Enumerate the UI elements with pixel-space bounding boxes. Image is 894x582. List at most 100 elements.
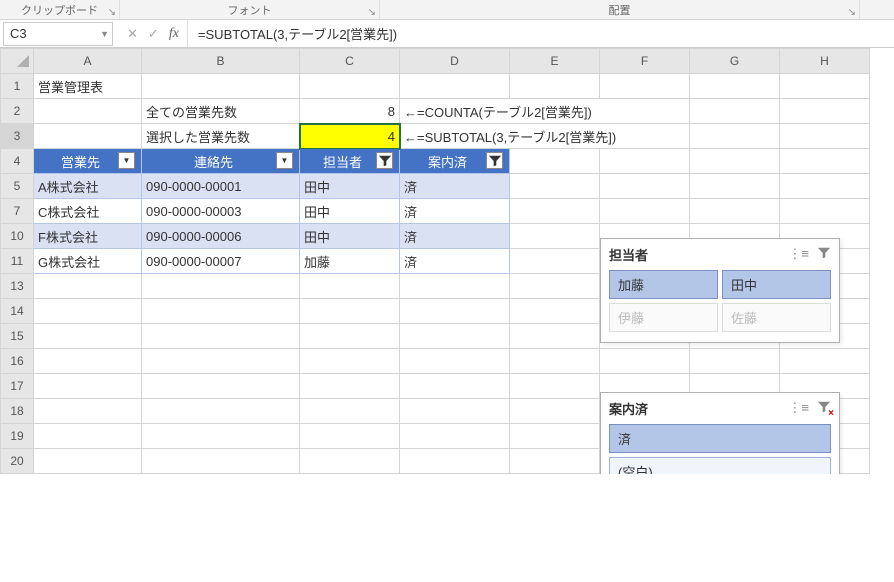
cell[interactable] [510,274,600,299]
cell[interactable] [142,324,300,349]
cell[interactable] [510,174,600,199]
row-header[interactable]: 7 [1,199,34,224]
cell[interactable] [780,199,870,224]
cell[interactable] [780,99,870,124]
row-header[interactable]: 15 [1,324,34,349]
column-header[interactable]: F [600,49,690,74]
cell[interactable] [300,349,400,374]
cell[interactable]: 全ての営業先数 [142,99,300,124]
row-header[interactable]: 1 [1,74,34,99]
cell[interactable] [510,324,600,349]
formula-input[interactable]: =SUBTOTAL(3,テーブル2[営業先]) [187,20,894,47]
column-header[interactable]: D [400,49,510,74]
cell[interactable] [510,449,600,474]
column-header[interactable]: H [780,49,870,74]
cell[interactable] [34,99,142,124]
cell[interactable] [510,149,600,174]
cell[interactable] [400,274,510,299]
cell[interactable] [34,124,142,149]
table-cell[interactable]: C株式会社 [34,199,142,224]
row-header[interactable]: 13 [1,274,34,299]
row-header[interactable]: 14 [1,299,34,324]
cell[interactable]: ←=COUNTA(テーブル2[営業先]) [400,99,690,124]
column-header[interactable]: B [142,49,300,74]
cell[interactable] [300,74,400,99]
column-header[interactable]: A [34,49,142,74]
table-cell[interactable]: 済 [400,199,510,224]
multi-select-icon[interactable]: ⋮≡ [788,400,809,417]
row-header[interactable]: 5 [1,174,34,199]
row-header[interactable]: 4 [1,149,34,174]
chevron-down-icon[interactable]: ▼ [100,29,109,39]
slicer[interactable]: 案内済⋮≡済(空白) [600,392,840,474]
fx-icon[interactable]: fx [169,26,179,42]
cell[interactable] [690,74,780,99]
accept-icon[interactable]: ✓ [148,26,159,42]
cell[interactable] [510,299,600,324]
cell[interactable] [400,449,510,474]
cell[interactable] [510,349,600,374]
cell[interactable] [142,399,300,424]
row-header[interactable]: 10 [1,224,34,249]
cell[interactable] [400,299,510,324]
table-cell[interactable]: 加藤 [300,249,400,274]
dialog-launcher-icon[interactable]: ↘ [848,7,856,18]
cell[interactable]: 8 [300,99,400,124]
row-header[interactable]: 2 [1,99,34,124]
cell[interactable] [510,74,600,99]
cell[interactable] [400,424,510,449]
row-header[interactable]: 18 [1,399,34,424]
cell[interactable] [690,99,780,124]
cell[interactable] [690,124,780,149]
filter-active-icon[interactable] [376,152,393,169]
cell[interactable] [510,224,600,249]
cell[interactable] [400,399,510,424]
filter-dropdown-icon[interactable]: ▼ [118,152,135,169]
row-header[interactable]: 11 [1,249,34,274]
row-header[interactable]: 17 [1,374,34,399]
slicer-item[interactable]: 伊藤 [609,303,718,332]
table-cell[interactable]: 090-0000-00007 [142,249,300,274]
cell[interactable] [142,374,300,399]
table-header[interactable]: 営業先▼ [34,149,142,174]
cancel-icon[interactable]: ✕ [127,26,138,42]
cell[interactable] [600,349,690,374]
cell[interactable] [300,274,400,299]
table-cell[interactable]: 090-0000-00003 [142,199,300,224]
cell[interactable] [690,349,780,374]
cell[interactable]: 選択した営業先数 [142,124,300,149]
cell[interactable] [300,299,400,324]
table-header[interactable]: 案内済 [400,149,510,174]
cell[interactable] [300,399,400,424]
cell[interactable] [400,74,510,99]
table-cell[interactable]: 済 [400,224,510,249]
cell[interactable] [34,274,142,299]
row-header[interactable]: 20 [1,449,34,474]
column-header[interactable]: C [300,49,400,74]
slicer-item[interactable]: 佐藤 [722,303,831,332]
table-cell[interactable]: 090-0000-00006 [142,224,300,249]
cell[interactable] [400,374,510,399]
column-header[interactable]: E [510,49,600,74]
cell[interactable] [400,324,510,349]
table-cell[interactable]: 済 [400,249,510,274]
cell[interactable] [300,324,400,349]
slicer-item[interactable]: 田中 [722,270,831,299]
cell[interactable] [510,424,600,449]
cell[interactable] [300,449,400,474]
table-header[interactable]: 担当者 [300,149,400,174]
cell[interactable] [600,149,690,174]
cell[interactable]: 営業管理表 [34,74,142,99]
cell[interactable] [34,399,142,424]
column-header[interactable]: G [690,49,780,74]
select-all-corner[interactable] [1,49,34,74]
cell[interactable] [300,424,400,449]
multi-select-icon[interactable]: ⋮≡ [788,246,809,263]
cell[interactable] [510,374,600,399]
cell[interactable] [34,324,142,349]
row-header[interactable]: 19 [1,424,34,449]
table-cell[interactable]: 田中 [300,224,400,249]
cell[interactable] [142,424,300,449]
row-header[interactable]: 3 [1,124,34,149]
slicer[interactable]: 担当者⋮≡加藤田中伊藤佐藤 [600,238,840,343]
